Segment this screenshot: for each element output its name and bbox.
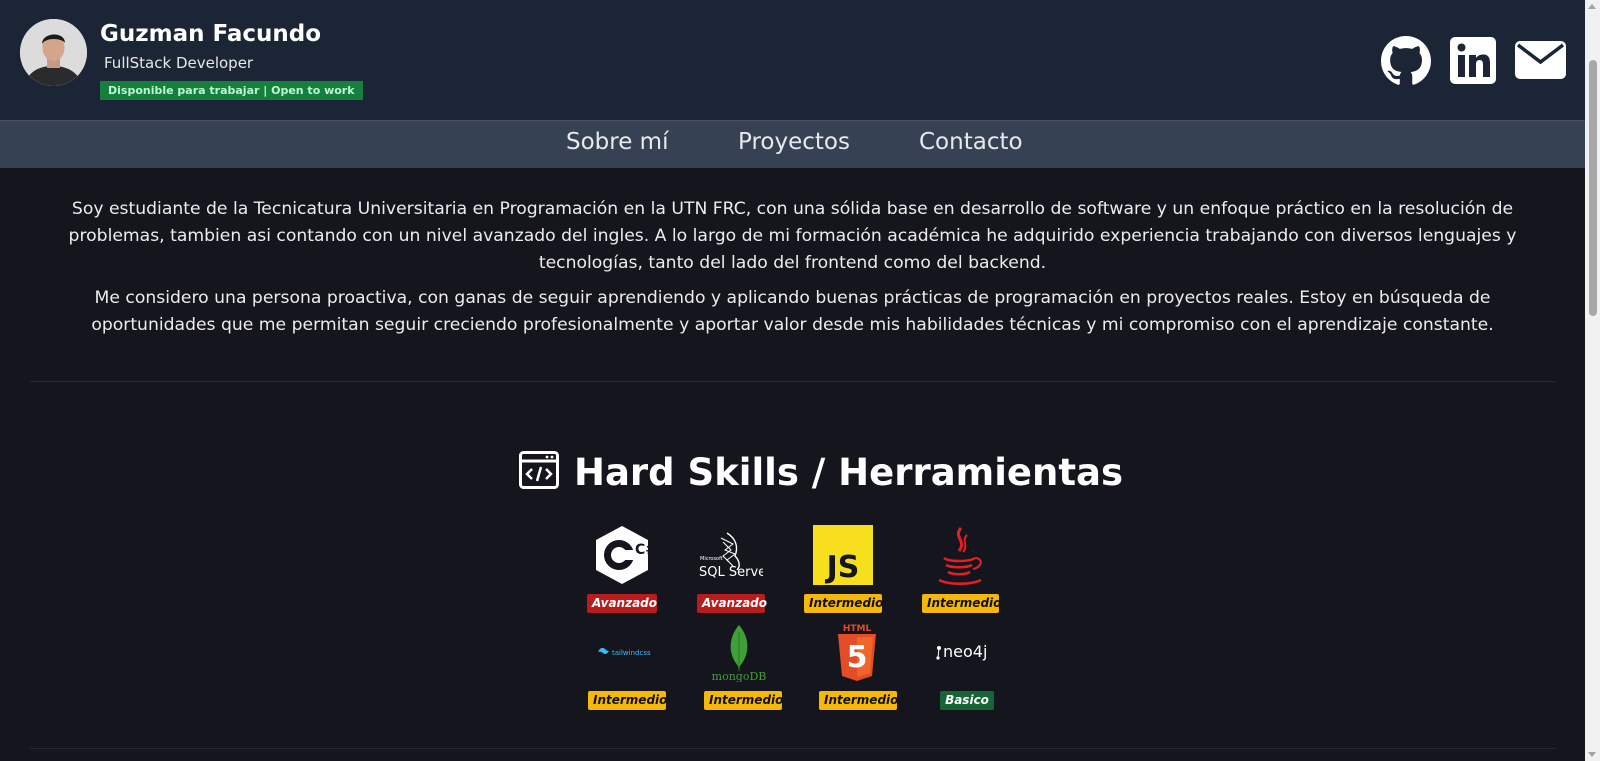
section-divider [30,748,1555,749]
email-icon[interactable] [1515,41,1566,79]
skill-level-badge: Avanzado [587,594,657,613]
svg-text:C#: C# [635,542,651,558]
about-paragraph: Soy estudiante de la Tecnicatura Univers… [68,199,1517,273]
scroll-up-arrow-icon[interactable] [1588,4,1596,9]
code-window-icon [519,451,559,493]
svg-text:HTML: HTML [843,624,872,634]
skill-level-badge: Basico [940,691,994,710]
nav-item-contacto[interactable]: Contacto [919,129,1023,155]
svg-text:JS: JS [825,550,860,585]
html5-logo: HTML 5 [835,622,879,686]
about-section: Soy estudiante de la Tecnicatura Univers… [40,196,1545,339]
skill-level-badge: Avanzado [697,594,767,613]
skills-title: Hard Skills / Herramientas [574,450,1124,494]
github-icon[interactable] [1380,36,1432,86]
csharp-logo: C# [593,524,657,590]
svg-text:neo4j: neo4j [943,642,987,661]
skill-level-badge: Intermedio [588,691,667,710]
skill-level-badge: Intermedio [819,691,898,710]
nav-item-proyectos[interactable]: Proyectos [738,129,850,155]
svg-text:SQL Server: SQL Server [699,565,763,580]
javascript-logo: JS [813,525,873,589]
skills-heading: Hard Skills / Herramientas [519,446,1123,498]
section-divider [30,381,1555,382]
skill-level-badge: Intermedio [804,594,883,613]
skill-level-badge: Intermedio [922,594,1001,613]
site-header: Guzman Facundo FullStack Developer Dispo… [0,0,1585,120]
neo4j-logo: neo4j [935,640,997,668]
main-nav: Sobre mí Proyectos Contacto [0,120,1585,168]
scroll-down-arrow-icon[interactable] [1588,752,1596,757]
avatar [20,19,87,86]
svg-text:tailwindcss: tailwindcss [612,649,651,657]
profile-name: Guzman Facundo [100,21,322,47]
profile-role: FullStack Developer [104,54,254,72]
page-scrollbar[interactable] [1585,0,1600,761]
mongodb-logo: mongoDB [710,624,768,686]
scrollbar-thumb[interactable] [1589,60,1597,316]
skill-level-badge: Intermedio [704,691,783,710]
svg-text:mongoDB: mongoDB [712,670,767,682]
about-paragraph: Me considero una persona proactiva, con … [91,288,1494,335]
status-badge: Disponible para trabajar | Open to work [100,81,363,100]
tailwindcss-logo: tailwindcss [596,644,660,663]
sqlserver-logo: Microsoft SQL Server [699,530,772,586]
svg-text:5: 5 [847,640,868,675]
java-logo [935,525,985,591]
nav-item-sobre-mi[interactable]: Sobre mí [566,129,668,155]
svg-text:Microsoft: Microsoft [700,556,723,562]
linkedin-icon[interactable] [1450,37,1496,84]
